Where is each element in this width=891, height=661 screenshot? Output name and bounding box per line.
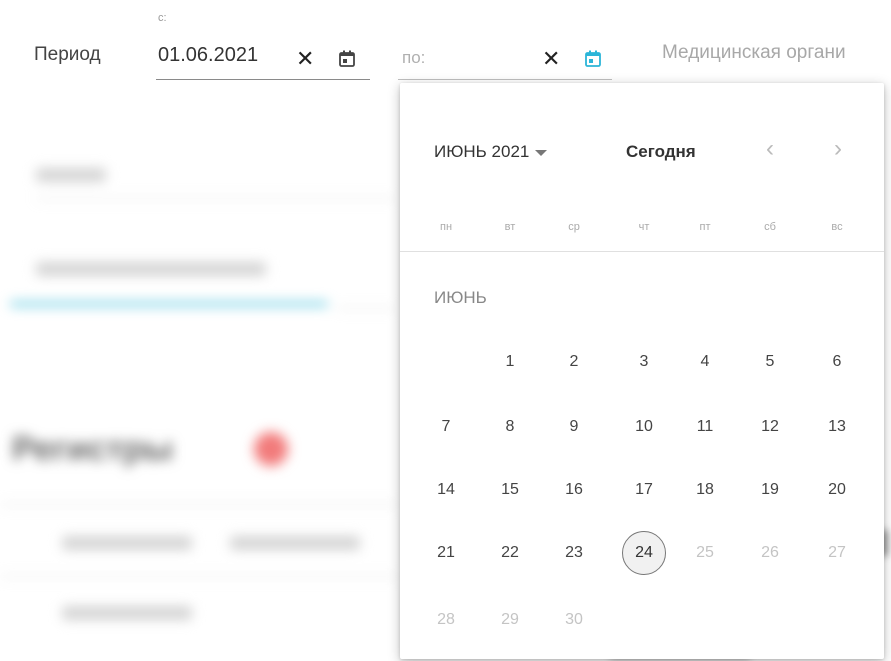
- day-cell[interactable]: 26: [748, 531, 792, 575]
- day-cell[interactable]: 18: [683, 468, 727, 512]
- day-cell[interactable]: 21: [424, 531, 468, 575]
- today-button[interactable]: Сегодня: [626, 142, 696, 162]
- organization-field-placeholder[interactable]: Медицинская органи: [662, 42, 846, 64]
- next-month-icon[interactable]: ›: [834, 135, 842, 163]
- day-cell[interactable]: 25: [683, 531, 727, 575]
- blurred-divider: [36, 198, 396, 199]
- day-cell[interactable]: 23: [552, 531, 596, 575]
- blurred-divider: [336, 308, 396, 309]
- from-caption: с:: [158, 12, 167, 24]
- day-cell[interactable]: 27: [815, 531, 859, 575]
- date-picker-popup[interactable]: ИЮНЬ 2021 Сегодня ‹ › пн вт ср чт пт сб вс ИЮН…: [400, 83, 884, 659]
- period-label: Период: [34, 44, 101, 65]
- day-cell[interactable]: 17: [622, 468, 666, 512]
- calendar-to-icon[interactable]: [584, 50, 602, 68]
- weekday-label: пт: [699, 221, 711, 233]
- day-cell[interactable]: 19: [748, 468, 792, 512]
- day-cell[interactable]: 5: [748, 340, 792, 384]
- date-to-field[interactable]: по: ✕: [398, 36, 612, 80]
- calendar-from-icon[interactable]: [338, 50, 356, 68]
- blurred-cell: [62, 606, 192, 620]
- prev-month-icon[interactable]: ‹: [766, 135, 774, 163]
- day-cell[interactable]: 6: [815, 340, 859, 384]
- weekday-label: сб: [764, 221, 776, 233]
- date-to-placeholder: по:: [402, 48, 426, 67]
- day-cell[interactable]: 30: [552, 598, 596, 642]
- blurred-column-header: [62, 536, 192, 550]
- month-caption: ИЮНЬ: [434, 288, 487, 307]
- weekday-label: вс: [831, 221, 843, 233]
- blurred-heading: Регистры: [12, 430, 174, 468]
- day-cell[interactable]: 4: [683, 340, 727, 384]
- day-cell-today[interactable]: 24: [622, 531, 666, 575]
- blurred-badge: [254, 432, 288, 466]
- day-cell[interactable]: 3: [622, 340, 666, 384]
- day-cell[interactable]: 10: [622, 405, 666, 449]
- clear-from-icon[interactable]: ✕: [296, 48, 314, 70]
- weekday-row: пн вт ср чт пт сб вс: [400, 221, 884, 241]
- blurred-divider: [0, 504, 400, 505]
- day-cell[interactable]: 28: [424, 598, 468, 642]
- day-cell[interactable]: 2: [552, 340, 596, 384]
- blurred-column-header: [230, 536, 360, 550]
- date-from-field[interactable]: 01.06.2021 ✕: [156, 36, 370, 80]
- month-year-label: ИЮНЬ 2021: [434, 142, 530, 161]
- weekday-label: пн: [439, 221, 453, 233]
- blurred-field: [36, 168, 106, 182]
- day-cell[interactable]: 13: [815, 405, 859, 449]
- day-cell[interactable]: 15: [488, 468, 532, 512]
- caret-down-icon: [535, 150, 548, 156]
- date-picker-header: ИЮНЬ 2021 Сегодня ‹ ›: [400, 83, 884, 213]
- day-cell[interactable]: 11: [683, 405, 727, 449]
- day-cell[interactable]: 8: [488, 405, 532, 449]
- blurred-divider: [0, 576, 400, 577]
- month-year-select[interactable]: ИЮНЬ 2021: [434, 142, 548, 162]
- weekday-label: вт: [504, 221, 516, 233]
- blurred-active-underline: [10, 302, 328, 306]
- clear-to-icon[interactable]: ✕: [542, 48, 560, 70]
- weekday-label: чт: [638, 221, 650, 233]
- day-cell[interactable]: 12: [748, 405, 792, 449]
- day-cell[interactable]: 16: [552, 468, 596, 512]
- blurred-background: Регистры: [0, 120, 400, 661]
- blurred-field: [36, 262, 266, 276]
- day-cell[interactable]: 9: [552, 405, 596, 449]
- date-from-value[interactable]: 01.06.2021: [158, 44, 258, 67]
- day-cell[interactable]: 14: [424, 468, 468, 512]
- day-cell[interactable]: 1: [488, 340, 532, 384]
- day-cell[interactable]: 29: [488, 598, 532, 642]
- day-cell[interactable]: 20: [815, 468, 859, 512]
- day-cell[interactable]: 22: [488, 531, 532, 575]
- day-cell[interactable]: 7: [424, 405, 468, 449]
- weekday-label: ср: [568, 221, 580, 233]
- header-divider: [400, 251, 884, 252]
